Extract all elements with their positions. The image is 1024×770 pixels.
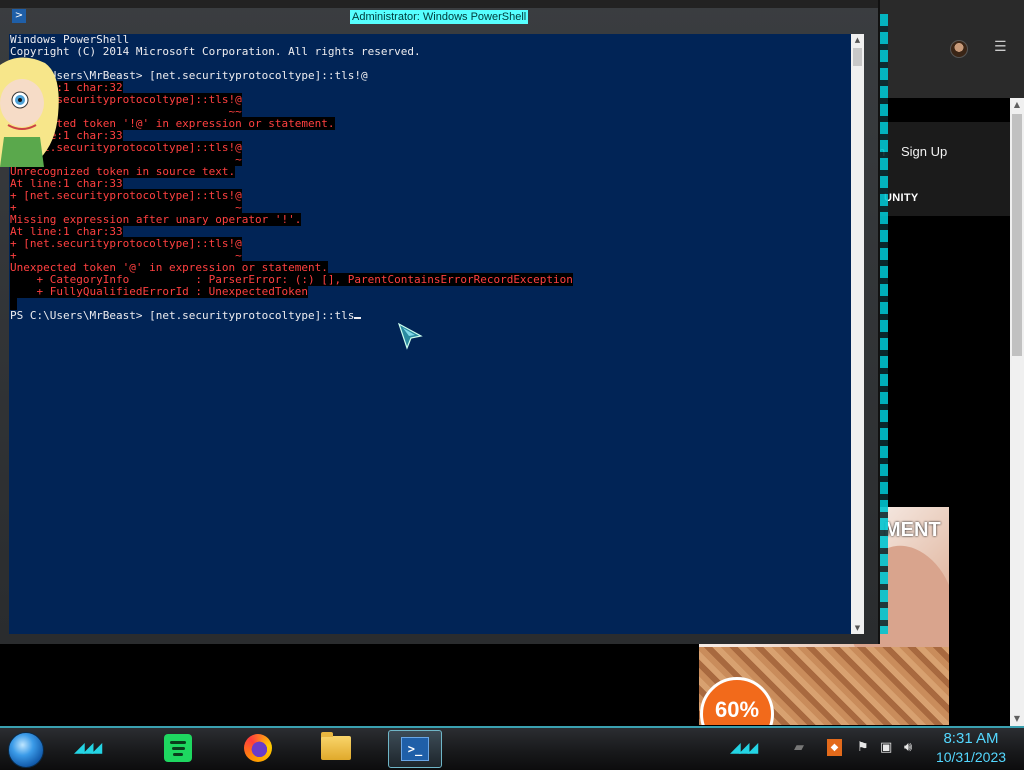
hamburger-menu-icon[interactable]: ☰ [994, 38, 1008, 56]
console-output[interactable]: Windows PowerShell Copyright (C) 2014 Mic… [9, 34, 851, 634]
cartoon-character-sticker [0, 57, 59, 167]
taskbar: ◢◢◢ >_ ◢◢◢ ▰ ◆ ⚑ ▣ 🔊︎ 8:31 AM 10/31/2023 [0, 726, 1024, 770]
profile-avatar[interactable] [950, 40, 968, 58]
spotify-icon [164, 734, 192, 762]
signup-link[interactable]: Sign Up [901, 144, 947, 159]
file-explorer-taskbar-button[interactable] [310, 730, 362, 766]
powershell-window[interactable]: > Administrator: Windows PowerShell Wind… [0, 0, 880, 644]
scroll-up-icon[interactable]: ▲ [851, 34, 864, 46]
taskbar-decoration: ◢◢◢ [74, 740, 102, 756]
browser-scrollbar[interactable]: ▲ ▼ [1010, 98, 1024, 726]
scroll-thumb[interactable] [853, 48, 862, 66]
firefox-icon [244, 734, 272, 762]
text-cursor [354, 317, 362, 319]
console-text: PS C:\Users\MrBeast> [net.securityprotoc… [10, 309, 355, 322]
start-button[interactable] [8, 732, 44, 768]
firefox-taskbar-button[interactable] [232, 730, 284, 766]
console-line: + FullyQualifiedErrorId : UnexpectedToke… [10, 285, 309, 298]
taskbar-decoration: ◢◢◢ [730, 740, 758, 756]
error-text: + FullyQualifiedErrorId : UnexpectedToke… [10, 285, 309, 298]
console-line: Copyright (C) 2014 Microsoft Corporation… [10, 46, 421, 58]
powershell-icon: >_ [401, 737, 429, 761]
theme-decoration-bar [880, 14, 888, 634]
clock-date: 10/31/2023 [935, 749, 1007, 765]
console-scrollbar[interactable]: ▲ ▼ [851, 34, 864, 634]
discount-text: 60% [714, 697, 760, 722]
volume-icon[interactable]: 🔊︎ [904, 740, 912, 756]
scroll-down-icon[interactable]: ▼ [851, 622, 864, 634]
scroll-thumb[interactable] [1012, 114, 1022, 356]
flag-icon[interactable]: ⚑ [857, 740, 869, 756]
spotify-taskbar-button[interactable] [152, 730, 204, 766]
network-icon[interactable]: ▣ [880, 740, 892, 756]
system-clock[interactable]: 8:31 AM 10/31/2023 [928, 730, 1014, 766]
window-title: Administrator: Windows PowerShell [350, 10, 529, 24]
show-hidden-icons-icon[interactable]: ▰ [794, 740, 804, 756]
powershell-taskbar-button[interactable]: >_ [388, 730, 442, 768]
scroll-up-icon[interactable]: ▲ [1010, 98, 1024, 112]
app-tray-icon[interactable]: ◆ [827, 739, 842, 756]
console-text: Copyright (C) 2014 Microsoft Corporation… [10, 45, 421, 58]
ad-headline: MENT [884, 519, 941, 541]
console-line: PS C:\Users\MrBeast> [net.securityprotoc… [10, 309, 362, 322]
community-nav-item[interactable]: UNITY [884, 192, 919, 204]
discount-badge: 60% [700, 677, 774, 725]
mouse-pointer-icon [397, 322, 423, 350]
powershell-icon[interactable]: > [12, 9, 26, 23]
window-frame-top [0, 0, 878, 8]
scroll-down-icon[interactable]: ▼ [1010, 712, 1024, 726]
folder-icon [321, 732, 351, 760]
clock-time: 8:31 AM [943, 730, 999, 747]
